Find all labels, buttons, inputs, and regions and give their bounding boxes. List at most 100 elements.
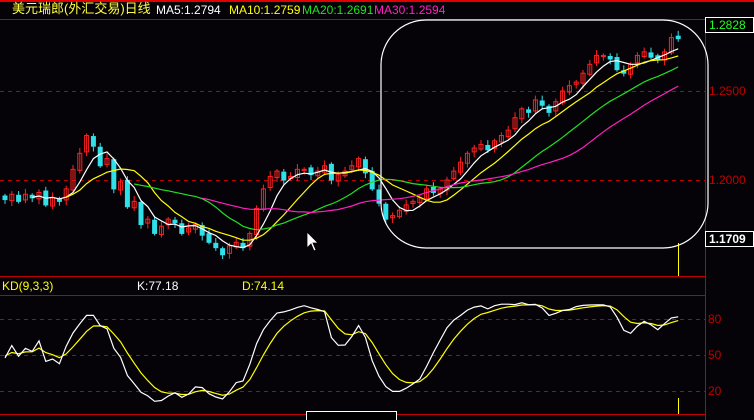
candle bbox=[322, 160, 328, 176]
candle bbox=[294, 163, 300, 181]
candle-body bbox=[607, 55, 613, 60]
candle bbox=[566, 80, 572, 96]
candle bbox=[614, 53, 620, 72]
candle bbox=[247, 231, 253, 251]
candle bbox=[539, 95, 545, 109]
candle bbox=[675, 30, 681, 42]
candle bbox=[50, 192, 56, 210]
candle bbox=[9, 191, 15, 206]
candle bbox=[22, 188, 28, 204]
candle bbox=[492, 138, 498, 153]
candle bbox=[131, 196, 137, 211]
candle-body bbox=[206, 233, 212, 243]
candle bbox=[410, 199, 416, 208]
candle-body bbox=[97, 146, 103, 167]
candle bbox=[308, 164, 314, 180]
candle bbox=[213, 238, 219, 251]
ma10-label: MA10:1.2759 bbox=[229, 3, 301, 17]
candle bbox=[553, 98, 559, 117]
candle bbox=[16, 191, 22, 204]
candle bbox=[641, 47, 647, 59]
candle-body bbox=[152, 219, 158, 234]
candle bbox=[403, 199, 409, 215]
candle bbox=[220, 246, 226, 260]
chart-title: 美元瑞郎(外汇交易)日线 bbox=[12, 1, 151, 16]
candle-body bbox=[383, 203, 389, 220]
candle bbox=[662, 48, 668, 66]
candle bbox=[274, 168, 280, 182]
candle-body bbox=[179, 223, 185, 234]
candle bbox=[104, 153, 110, 168]
highlight-annotation-rounded-rect[interactable] bbox=[380, 19, 709, 249]
k-line bbox=[4, 302, 679, 402]
candle bbox=[430, 182, 436, 196]
candle bbox=[172, 217, 178, 229]
kline-chart-window: 美元瑞郎(外汇交易)日线 MA5:1.2794 MA10:1.2759 MA20… bbox=[0, 0, 754, 420]
ma5-label: MA5:1.2794 bbox=[156, 3, 221, 17]
candle-body bbox=[90, 136, 96, 147]
ma20-label: MA20:1.2691 bbox=[302, 3, 374, 17]
candle bbox=[260, 184, 266, 212]
candle bbox=[152, 215, 158, 236]
candle bbox=[594, 50, 600, 67]
candle bbox=[362, 156, 368, 179]
k-value-label: K:77.18 bbox=[137, 279, 179, 293]
candle bbox=[77, 147, 83, 174]
date-tooltip-box bbox=[306, 411, 397, 420]
kd-title: KD(9,3,3) bbox=[2, 279, 54, 293]
candle-body bbox=[138, 201, 144, 225]
candle-body bbox=[2, 195, 8, 201]
candle-body bbox=[213, 242, 219, 249]
candle-body bbox=[369, 170, 375, 190]
kd-tick-80: 80 bbox=[708, 312, 722, 326]
candle bbox=[199, 222, 205, 241]
candle bbox=[519, 106, 525, 124]
price-tick-1.25: 1.2500 bbox=[709, 84, 746, 98]
candle-body bbox=[526, 109, 532, 113]
d-value-label: D:74.14 bbox=[242, 279, 285, 293]
candle-body bbox=[539, 100, 545, 106]
candle bbox=[512, 112, 518, 132]
candle bbox=[356, 156, 362, 172]
candle bbox=[186, 222, 192, 236]
candle-body bbox=[124, 179, 130, 208]
kd-tick-50: 50 bbox=[708, 348, 722, 362]
candles bbox=[2, 30, 681, 260]
price-tick-1.20: 1.2000 bbox=[709, 173, 746, 187]
current-price-label: 1.1709 bbox=[705, 231, 754, 247]
candle bbox=[526, 106, 532, 118]
candle bbox=[90, 133, 96, 152]
kd-lines bbox=[4, 302, 679, 402]
candle bbox=[587, 60, 593, 77]
candle bbox=[458, 156, 464, 176]
candle bbox=[111, 157, 117, 194]
candle-body bbox=[281, 171, 287, 181]
candle-body bbox=[172, 219, 178, 224]
candle bbox=[573, 79, 579, 89]
candle-body bbox=[614, 57, 620, 71]
high-price-label: 1.2828 bbox=[705, 17, 754, 33]
candle bbox=[390, 212, 396, 224]
candle-body bbox=[111, 159, 117, 190]
candle bbox=[138, 200, 144, 229]
mouse-cursor-icon bbox=[306, 231, 319, 252]
candle-body bbox=[648, 52, 654, 58]
candle bbox=[648, 47, 654, 61]
candle bbox=[2, 193, 8, 204]
candle bbox=[505, 125, 511, 139]
candle bbox=[471, 144, 477, 158]
candle bbox=[84, 133, 90, 157]
candle bbox=[464, 151, 470, 168]
candle bbox=[165, 217, 171, 230]
chart-canvas[interactable] bbox=[0, 0, 754, 420]
candle bbox=[532, 95, 538, 114]
candle bbox=[267, 171, 273, 191]
candle bbox=[70, 165, 76, 193]
candle bbox=[600, 53, 606, 61]
candle bbox=[145, 215, 151, 229]
candle-body bbox=[675, 35, 681, 40]
candle bbox=[451, 166, 457, 181]
d-line bbox=[4, 304, 679, 396]
candle bbox=[158, 220, 164, 238]
candle-body bbox=[220, 248, 226, 256]
